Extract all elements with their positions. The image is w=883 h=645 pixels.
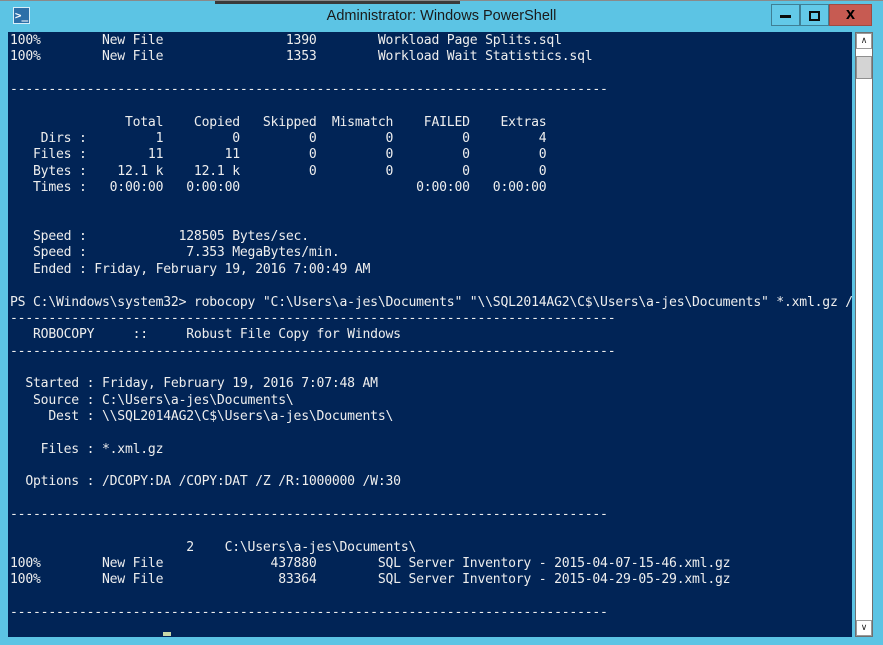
minimize-icon	[780, 15, 791, 18]
close-button[interactable]: X	[829, 4, 872, 26]
console-output-area[interactable]: 100% New File 1390 Workload Page Splits.…	[8, 32, 852, 637]
console-buffer-text: 100% New File 1390 Workload Page Splits.…	[10, 33, 852, 621]
console-scrollbar[interactable]: ∧ ∨	[855, 32, 873, 637]
close-icon: X	[845, 8, 856, 22]
maximize-button[interactable]	[800, 4, 829, 26]
minimize-button[interactable]	[771, 4, 800, 26]
text-cursor	[163, 632, 171, 636]
scroll-down-icon[interactable]: ∨	[856, 620, 872, 636]
maximize-icon	[809, 11, 820, 21]
powershell-window: >_ Administrator: Windows PowerShell X 1…	[0, 0, 883, 645]
scroll-up-icon[interactable]: ∧	[856, 33, 872, 49]
scrollbar-thumb[interactable]	[856, 56, 872, 79]
title-bar[interactable]: >_ Administrator: Windows PowerShell X	[0, 0, 883, 31]
window-title: Administrator: Windows PowerShell	[326, 8, 557, 24]
